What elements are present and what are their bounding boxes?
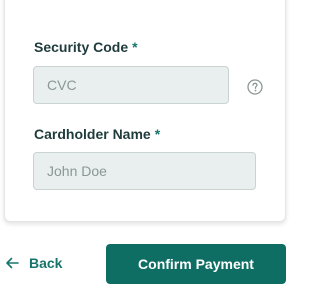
cardholder-name-label-text: Cardholder Name bbox=[34, 126, 151, 142]
security-code-label: Security Code * bbox=[34, 39, 138, 55]
required-marker: * bbox=[154, 126, 161, 142]
security-code-label-text: Security Code bbox=[34, 39, 129, 55]
confirm-payment-button[interactable]: Confirm Payment bbox=[106, 244, 286, 284]
required-marker: * bbox=[132, 39, 138, 55]
back-link[interactable]: Back bbox=[5, 253, 62, 273]
arrow-left-icon bbox=[6, 257, 19, 269]
security-code-input[interactable] bbox=[33, 66, 229, 104]
cardholder-name-label: Cardholder Name * bbox=[34, 126, 160, 142]
payment-form-screen: Security Code* Cardholder Name* Back Con… bbox=[0, 0, 288, 288]
question-circle-icon[interactable] bbox=[247, 79, 263, 95]
back-link-label: Back bbox=[29, 255, 63, 271]
cardholder-name-input[interactable] bbox=[33, 152, 256, 190]
